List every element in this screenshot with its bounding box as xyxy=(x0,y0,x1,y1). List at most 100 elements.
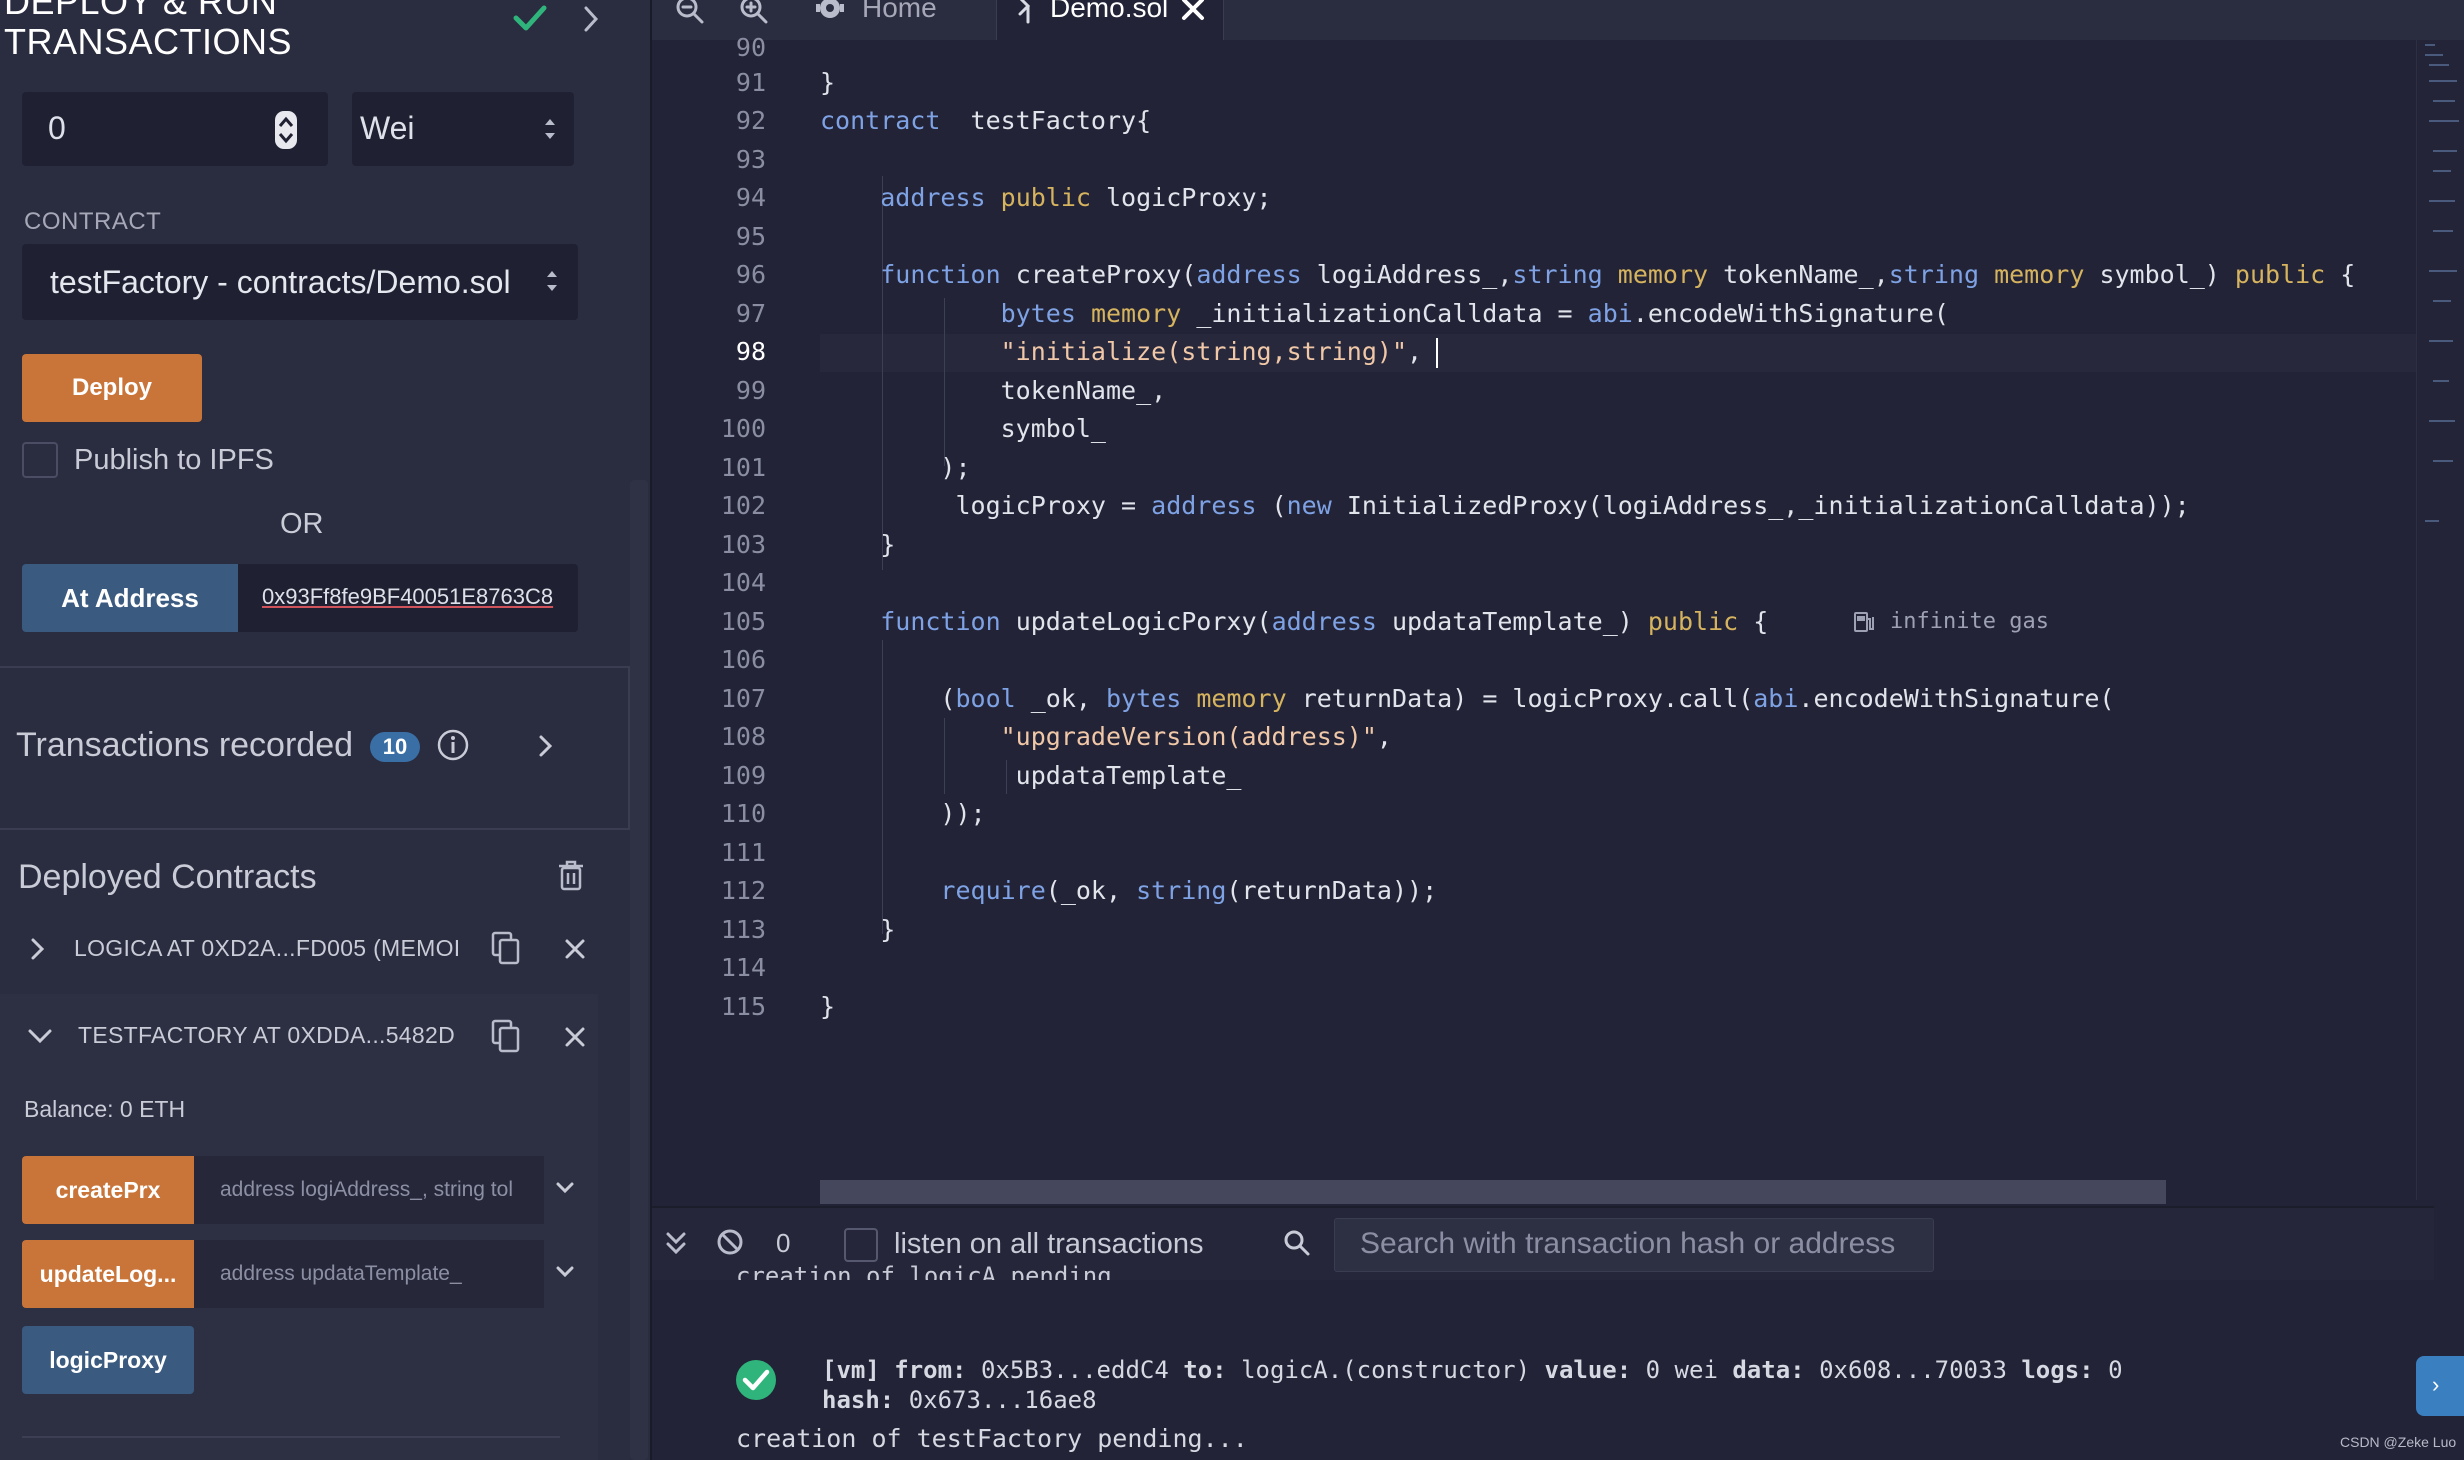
code-line-112: require(_ok, string(returnData)); xyxy=(940,876,1438,905)
chevron-right-icon[interactable] xyxy=(28,936,48,962)
panel-title: DEPLOY & RUN TRANSACTIONS xyxy=(4,0,504,62)
zoom-out-icon[interactable] xyxy=(674,0,706,28)
line-number: 109 xyxy=(720,761,766,790)
code-line-97: bytes memory _initializationCalldata = a… xyxy=(1000,299,1949,328)
listen-all-checkbox[interactable] xyxy=(844,1228,878,1262)
line-number: 97 xyxy=(735,299,766,328)
updown-icon xyxy=(545,119,555,139)
line-number: 107 xyxy=(720,684,766,713)
close-icon[interactable] xyxy=(564,1026,586,1048)
gas-pump-icon xyxy=(1854,612,1874,632)
success-check-icon xyxy=(736,1360,776,1400)
terminal-scroll-edge xyxy=(652,1280,2432,1294)
code-minimap[interactable] xyxy=(2416,40,2464,1200)
stepper-icon[interactable] xyxy=(274,110,298,150)
at-address-value: 0x93Ff8fe9BF40051E8763C8 xyxy=(262,584,554,609)
pending-transactions-count: 0 xyxy=(776,1228,791,1258)
tab-demo-sol-label: Demo.sol xyxy=(1050,0,1169,23)
editor-horizontal-scrollbar[interactable] xyxy=(820,1180,2166,1204)
instance-testfactory-label[interactable]: TESTFACTORY AT 0XDDA...5482D xyxy=(78,1022,455,1049)
line-number: 102 xyxy=(720,491,766,520)
chevron-down-icon[interactable] xyxy=(554,1178,576,1198)
unit-selected: Wei xyxy=(360,110,415,146)
code-line-110: )); xyxy=(940,799,986,828)
code-line-115: } xyxy=(820,992,836,1021)
trash-icon[interactable] xyxy=(556,858,586,892)
transactions-recorded-label[interactable]: Transactions recorded xyxy=(16,726,353,765)
line-number: 111 xyxy=(720,838,766,867)
left-panel-scrollbar[interactable] xyxy=(630,480,648,1460)
code-line-103: } xyxy=(880,530,896,559)
copy-icon[interactable] xyxy=(490,1018,520,1054)
log-entry-hash: hash: 0x673...16ae8 xyxy=(822,1386,1097,1414)
line-number: 95 xyxy=(735,222,766,251)
code-line-99: tokenName_, xyxy=(1000,376,1167,405)
line-number: 108 xyxy=(720,722,766,751)
publish-ipfs-checkbox[interactable] xyxy=(22,442,58,478)
instance-logica-label[interactable]: LOGICA AT 0XD2A...FD005 (MEMOI xyxy=(74,935,462,962)
line-number: 105 xyxy=(720,607,766,636)
code-line-101: ); xyxy=(940,453,971,482)
transaction-search-placeholder: Search with transaction hash or address xyxy=(1360,1227,1896,1260)
side-tab-icon: › xyxy=(2432,1372,2440,1397)
update-logic-placeholder: address updataTemplate_ xyxy=(220,1262,462,1285)
line-number: 93 xyxy=(735,145,766,174)
text-cursor xyxy=(1436,338,1438,368)
line-number: 103 xyxy=(720,530,766,559)
line-number: 104 xyxy=(720,568,766,597)
close-icon[interactable] xyxy=(1180,0,1206,22)
line-number: 115 xyxy=(720,992,766,1021)
code-line-100: symbol_ xyxy=(1000,414,1106,443)
line-number: 110 xyxy=(720,799,766,828)
line-number: 94 xyxy=(735,183,766,212)
publish-ipfs-label: Publish to IPFS xyxy=(74,444,274,476)
panel-title-line2: TRANSACTIONS xyxy=(4,21,293,62)
code-line-113: } xyxy=(880,915,896,944)
watermark: CSDN @Zeke Luo xyxy=(2340,1434,2457,1450)
tab-home-label: Home xyxy=(862,0,937,23)
deployed-contracts-label: Deployed Contracts xyxy=(18,858,317,896)
updown-icon xyxy=(547,271,557,291)
line-number-active: 98 xyxy=(735,337,766,366)
chevron-right-icon[interactable] xyxy=(534,732,556,760)
or-label: OR xyxy=(280,508,324,540)
log-line-pending-testfactory: creation of testFactory pending... xyxy=(736,1424,1248,1453)
contract-selected: testFactory - contracts/Demo.sol xyxy=(50,264,511,300)
line-number: 113 xyxy=(720,915,766,944)
create-proxy-button[interactable]: createPrx xyxy=(22,1156,194,1224)
line-number: 106 xyxy=(720,645,766,674)
collapse-icon[interactable] xyxy=(664,1228,688,1258)
file-icon xyxy=(1018,0,1031,24)
panel-title-line1: DEPLOY & RUN xyxy=(4,0,278,22)
code-line-102: logicProxy = address (new InitializedPro… xyxy=(955,491,2190,520)
divider xyxy=(22,1436,560,1438)
deploy-button[interactable]: Deploy xyxy=(22,354,202,422)
code-line-108: "upgradeVersion(address)", xyxy=(1000,722,1392,751)
code-line-96: function createProxy(address logiAddress… xyxy=(880,260,2356,289)
value-text: 0 xyxy=(48,110,66,146)
listen-all-label: listen on all transactions xyxy=(894,1228,1204,1260)
chevron-right-icon[interactable] xyxy=(578,2,604,36)
gas-estimate: infinite gas xyxy=(1890,609,2049,634)
code-line-105: function updateLogicPorxy(address updata… xyxy=(880,607,1769,636)
balance-text: Balance: 0 ETH xyxy=(24,1096,186,1122)
line-number: 114 xyxy=(720,953,766,982)
at-address-button[interactable]: At Address xyxy=(22,564,238,632)
info-icon[interactable] xyxy=(436,728,470,762)
line-number: 92 xyxy=(735,106,766,135)
close-icon[interactable] xyxy=(564,938,586,960)
chevron-down-icon[interactable] xyxy=(26,1026,54,1046)
copy-icon[interactable] xyxy=(490,930,520,966)
debug-side-tab[interactable] xyxy=(2416,1356,2464,1416)
logic-proxy-button[interactable]: logicProxy xyxy=(22,1326,194,1394)
line-number: 96 xyxy=(735,260,766,289)
block-icon[interactable] xyxy=(716,1228,744,1256)
chevron-down-icon[interactable] xyxy=(554,1262,576,1282)
code-line-109: updataTemplate_ xyxy=(1015,761,1242,790)
transactions-count-badge: 10 xyxy=(370,732,420,762)
zoom-in-icon[interactable] xyxy=(738,0,770,28)
update-logic-button[interactable]: updateLog... xyxy=(22,1240,194,1308)
line-number: 90 xyxy=(735,33,766,62)
code-line-92: contract testFactory{ xyxy=(820,106,1152,135)
log-entry-detail[interactable]: [vm] from: 0x5B3...eddC4 to: logicA.(con… xyxy=(822,1356,2123,1384)
